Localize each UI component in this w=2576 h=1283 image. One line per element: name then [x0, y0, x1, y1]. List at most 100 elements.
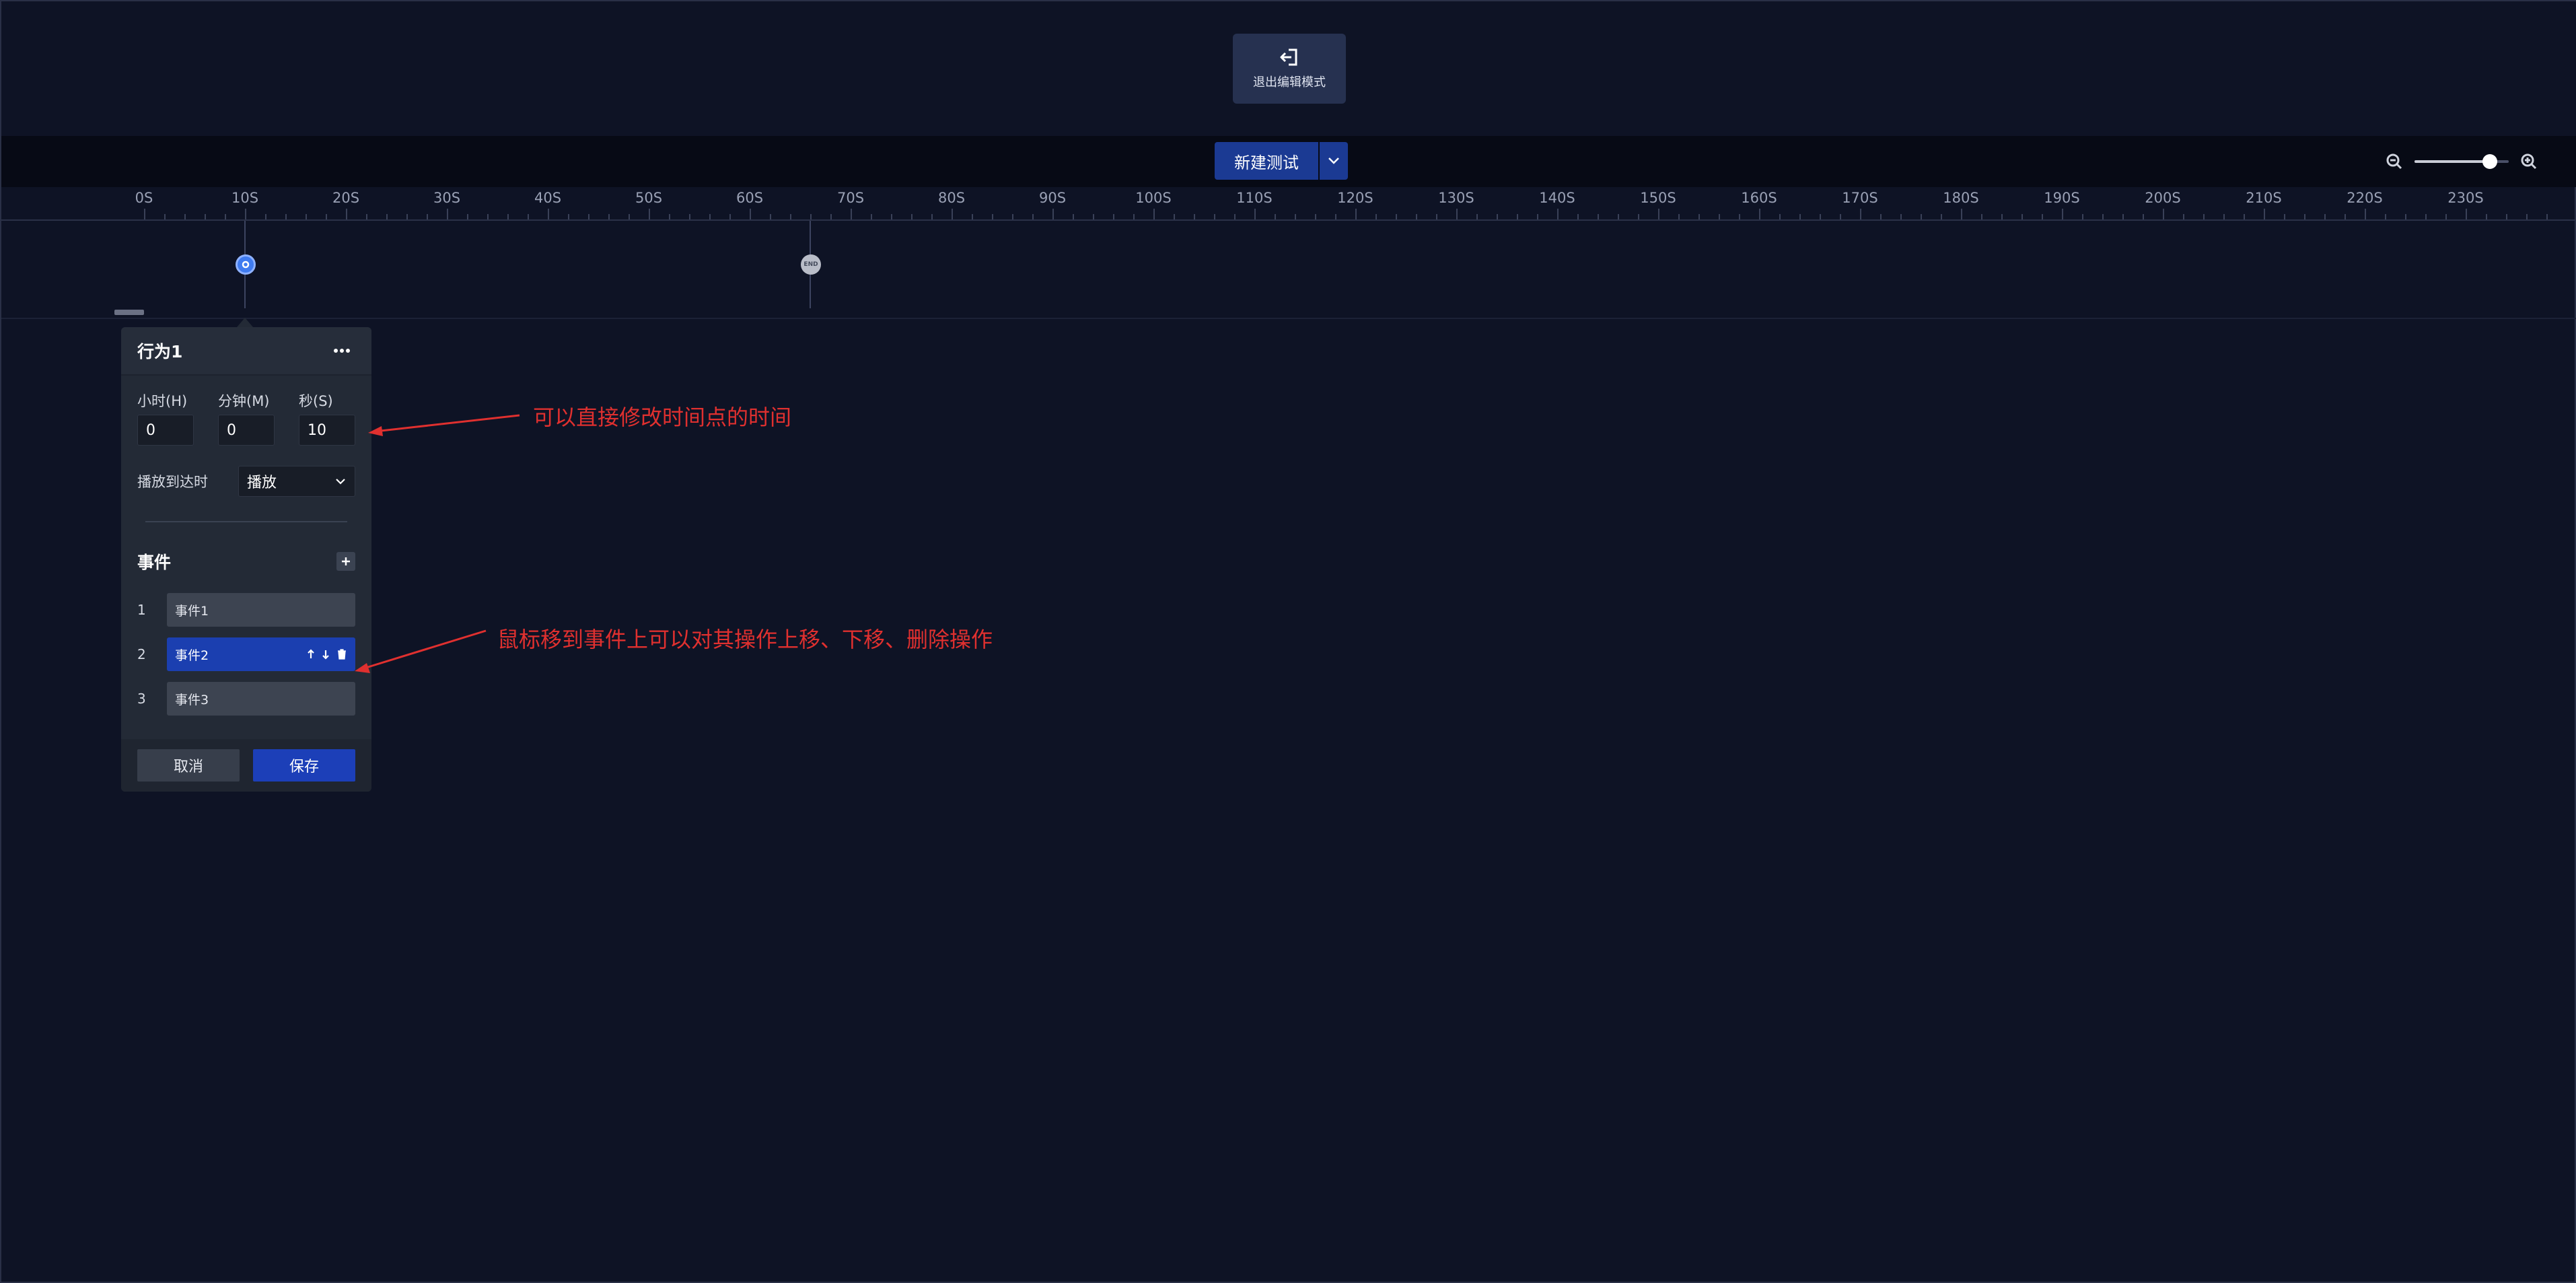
- minute-input[interactable]: 0: [218, 415, 275, 446]
- timeline-ruler[interactable]: 0S 10S 20S 30S 40S 50S 60S 70S 80S 90S 100S 110S 120…: [1, 187, 2576, 221]
- delete-icon[interactable]: [336, 648, 347, 660]
- ruler-tick-label: 50S: [635, 190, 663, 206]
- play-on-arrival-select[interactable]: 播放: [238, 466, 355, 497]
- ruler-tick: [1174, 214, 1175, 219]
- ruler-tick: [1598, 214, 1599, 219]
- ruler-tick: [467, 214, 468, 219]
- ruler-tick: [1719, 214, 1720, 219]
- panel-divider: [145, 521, 347, 522]
- ruler-tick: [285, 214, 287, 219]
- ruler-tick: [1678, 214, 1680, 219]
- new-test-dropdown-button[interactable]: [1320, 142, 1348, 180]
- play-on-arrival-value: 播放: [247, 475, 277, 491]
- event-item[interactable]: 事件3: [167, 682, 355, 716]
- ruler-tick: [669, 214, 670, 219]
- behavior-panel: 行为1 小时(H) 0 分钟(M) 0 秒(S) 10 播放到达时 播放 事件 …: [121, 327, 371, 792]
- ruler-tick: [1799, 214, 1801, 219]
- ruler-tick: [2466, 209, 2467, 219]
- ruler-tick: [1335, 214, 1336, 219]
- ruler-tick: [2324, 214, 2326, 219]
- ruler-tick: [1254, 209, 1256, 219]
- timeline-lane[interactable]: END: [1, 221, 2576, 319]
- ruler-tick-label: 170S: [1842, 190, 1878, 206]
- more-icon: [334, 349, 350, 353]
- event-item[interactable]: 事件2: [167, 637, 355, 671]
- toolbar: 新建测试: [1, 136, 2576, 187]
- gear-icon: [242, 261, 250, 269]
- ruler-tick: [709, 214, 711, 219]
- ruler-tick: [528, 214, 529, 219]
- events-title: 事件: [137, 553, 172, 572]
- ruler-tick: [1840, 214, 1841, 219]
- event-index: 2: [137, 646, 146, 662]
- ruler-tick: [1073, 214, 1074, 219]
- lane-resize-handle[interactable]: [114, 310, 144, 315]
- ruler-tick-label: 190S: [2044, 190, 2080, 206]
- ruler-tick: [608, 214, 610, 219]
- ruler-tick: [1153, 209, 1155, 219]
- time-point-marker[interactable]: [236, 254, 256, 275]
- panel-pointer: [237, 318, 253, 327]
- ruler-tick: [1476, 214, 1478, 219]
- ruler-tick: [346, 209, 347, 219]
- chevron-down-icon: [1328, 158, 1339, 164]
- ruler-tick-label: 0S: [135, 190, 153, 206]
- ruler-tick: [2385, 214, 2386, 219]
- ruler-tick-label: 40S: [534, 190, 562, 206]
- save-button[interactable]: 保存: [253, 749, 355, 782]
- ruler-tick: [810, 214, 812, 219]
- time-note-arrow: [374, 414, 520, 433]
- ruler-tick: [1900, 214, 1902, 219]
- ruler-tick: [245, 209, 246, 219]
- ruler-tick: [2506, 214, 2507, 219]
- ruler-tick: [568, 214, 569, 219]
- ruler-tick: [1921, 214, 1922, 219]
- ruler-tick-label: 30S: [433, 190, 461, 206]
- new-test-button[interactable]: 新建测试: [1215, 142, 1318, 180]
- more-options-button[interactable]: [328, 343, 355, 359]
- hour-input[interactable]: 0: [137, 415, 194, 446]
- panel-title: 行为1: [137, 342, 183, 361]
- end-marker[interactable]: END: [801, 254, 821, 275]
- move-up-icon[interactable]: [307, 649, 315, 660]
- ruler-tick: [1275, 214, 1276, 219]
- minute-label: 分钟(M): [218, 393, 270, 409]
- ruler-tick-label: 110S: [1236, 190, 1273, 206]
- event-item[interactable]: 事件1: [167, 593, 355, 627]
- event-name: 事件1: [175, 603, 209, 619]
- second-field-group: 秒(S) 10: [299, 390, 355, 446]
- zoom-out-button[interactable]: [2384, 151, 2405, 172]
- panel-body: 小时(H) 0 分钟(M) 0 秒(S) 10 播放到达时 播放 事件 1 事件…: [121, 390, 371, 716]
- ruler-tick-label: 60S: [736, 190, 764, 206]
- zoom-in-icon: [2521, 153, 2537, 170]
- plus-icon: [342, 557, 350, 565]
- add-event-button[interactable]: [336, 552, 355, 571]
- zoom-slider-handle[interactable]: [2482, 154, 2497, 169]
- zoom-out-icon: [2386, 153, 2402, 170]
- second-input[interactable]: 10: [299, 415, 355, 446]
- ruler-tick: [1860, 209, 1861, 219]
- ruler-tick: [729, 214, 731, 219]
- app-root: 退出编辑模式 新建测试 0S 10S 20S 30S 40S 50S 60S 7…: [0, 0, 2576, 1283]
- move-down-icon[interactable]: [322, 649, 330, 660]
- zoom-slider[interactable]: [2414, 154, 2509, 169]
- ruler-tick-label: 10S: [231, 190, 259, 206]
- ruler-tick-label: 130S: [1438, 190, 1474, 206]
- ruler-tick: [1416, 214, 1417, 219]
- ruler-tick: [871, 214, 872, 219]
- ruler-tick: [2445, 214, 2447, 219]
- ruler-tick: [2143, 214, 2144, 219]
- ruler-tick: [1618, 214, 1619, 219]
- cancel-button[interactable]: 取消: [137, 749, 240, 782]
- ruler-tick: [427, 214, 428, 219]
- ruler-tick: [1133, 214, 1135, 219]
- ruler-tick: [548, 209, 549, 219]
- zoom-in-button[interactable]: [2518, 151, 2540, 172]
- ruler-tick: [1517, 214, 1518, 219]
- ruler-tick: [1698, 214, 1700, 219]
- ruler-tick: [306, 214, 307, 219]
- ruler-tick: [629, 214, 630, 219]
- panel-header: 行为1: [121, 327, 371, 376]
- exit-edit-mode-button[interactable]: 退出编辑模式: [1233, 34, 1346, 104]
- ruler-tick-label: 90S: [1038, 190, 1067, 206]
